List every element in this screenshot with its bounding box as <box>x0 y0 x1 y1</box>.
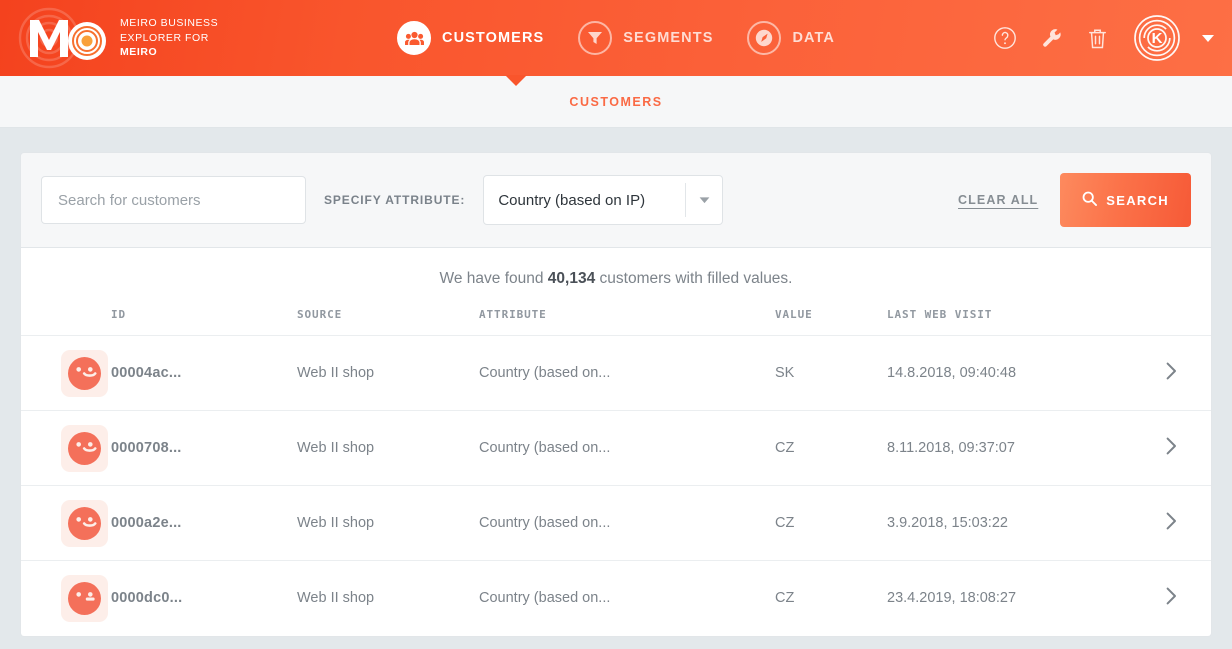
row-avatar-cell <box>21 410 111 486</box>
brand-title: MEIRO BUSINESS EXPLORER FOR MEIRO <box>120 16 218 60</box>
nav-item-segments[interactable]: SEGMENTS <box>578 21 713 55</box>
avatar-letter: K <box>1151 29 1163 47</box>
results-panel: We have found 40,134 customers with fill… <box>20 248 1212 637</box>
search-panel: SPECIFY ATTRIBUTE: Country (based on IP)… <box>20 152 1212 248</box>
primary-navigation: CUSTOMERS SEGMENTS DATA <box>397 0 835 76</box>
brand-line-3: MEIRO <box>120 46 158 59</box>
brand-line-1: MEIRO BUSINESS <box>120 17 219 30</box>
people-icon <box>397 21 432 55</box>
row-source: Web II shop <box>297 335 479 411</box>
magnifier-icon <box>1082 191 1098 209</box>
results-summary-suffix: customers with filled values. <box>595 270 793 287</box>
table-row[interactable]: 0000708... Web II shop Country (based on..… <box>21 410 1211 486</box>
column-header-last-web-visit: LAST WEB VISIT <box>887 308 993 321</box>
table-header-row: ID SOURCE ATTRIBUTE VALUE LAST WEB VISIT <box>21 308 1211 336</box>
search-button[interactable]: SEARCH <box>1060 173 1191 227</box>
row-open-cell[interactable] <box>1151 335 1211 411</box>
funnel-icon <box>578 21 613 55</box>
row-id: 00004ac... <box>111 335 297 411</box>
row-value: CZ <box>775 485 887 561</box>
row-source: Web II shop <box>297 410 479 486</box>
meiro-logo-icon[interactable] <box>14 7 106 69</box>
table-row[interactable]: 0000dc0... Web II shop Country (based on..… <box>21 560 1211 636</box>
column-header-action <box>1151 308 1211 336</box>
column-header-avatar <box>21 308 111 336</box>
chevron-right-icon[interactable] <box>1166 587 1177 609</box>
header-tools: K <box>992 15 1214 61</box>
active-tab-pointer-icon <box>505 75 527 86</box>
column-header-source: SOURCE <box>297 308 343 321</box>
face-smile-icon <box>61 424 108 472</box>
sub-navigation: CUSTOMERS <box>0 75 1232 128</box>
row-attribute: Country (based on... <box>479 485 775 561</box>
row-id: 0000dc0... <box>111 560 297 636</box>
row-avatar-cell <box>21 335 111 411</box>
face-neutral-icon <box>61 574 108 622</box>
row-source: Web II shop <box>297 560 479 636</box>
row-value: CZ <box>775 560 887 636</box>
nav-item-data[interactable]: DATA <box>747 21 835 55</box>
specify-attribute-label: SPECIFY ATTRIBUTE: <box>324 193 466 207</box>
results-table-body: 00004ac... Web II shop Country (based on..… <box>21 335 1211 636</box>
chevron-down-icon[interactable] <box>1202 34 1214 42</box>
chevron-down-icon[interactable] <box>686 196 722 204</box>
face-smile-icon <box>61 349 108 397</box>
wrench-icon[interactable] <box>1038 25 1064 51</box>
attribute-select[interactable]: Country (based on IP) <box>483 175 724 225</box>
nav-label-data: DATA <box>792 30 835 46</box>
app-header: MEIRO BUSINESS EXPLORER FOR MEIRO CUSTOM… <box>0 0 1232 76</box>
row-last-web-visit: 14.8.2018, 09:40:48 <box>887 335 1151 411</box>
nav-label-customers: CUSTOMERS <box>442 30 545 46</box>
row-avatar-cell <box>21 560 111 636</box>
row-open-cell[interactable] <box>1151 560 1211 636</box>
column-header-value: VALUE <box>775 308 813 321</box>
search-button-label: SEARCH <box>1106 192 1169 208</box>
row-attribute: Country (based on... <box>479 335 775 411</box>
table-row[interactable]: 00004ac... Web II shop Country (based on..… <box>21 335 1211 411</box>
results-summary-prefix: We have found <box>439 270 548 287</box>
row-last-web-visit: 8.11.2018, 09:37:07 <box>887 410 1151 486</box>
row-id: 0000708... <box>111 410 297 486</box>
row-value: SK <box>775 335 887 411</box>
row-last-web-visit: 3.9.2018, 15:03:22 <box>887 485 1151 561</box>
chevron-right-icon[interactable] <box>1166 437 1177 459</box>
subnav-item-customers[interactable]: CUSTOMERS <box>569 95 662 109</box>
nav-label-segments: SEGMENTS <box>623 30 714 46</box>
nav-item-customers[interactable]: CUSTOMERS <box>397 21 544 55</box>
row-last-web-visit: 23.4.2019, 18:08:27 <box>887 560 1151 636</box>
results-count: 40,134 <box>547 270 596 287</box>
row-value: CZ <box>775 410 887 486</box>
trash-icon[interactable] <box>1084 25 1110 51</box>
table-row[interactable]: 0000a2e... Web II shop Country (based on..… <box>21 485 1211 561</box>
brand-line-2: EXPLORER FOR <box>120 31 209 44</box>
search-actions: CLEAR ALL SEARCH <box>958 173 1191 227</box>
brand-block: MEIRO BUSINESS EXPLORER FOR MEIRO <box>14 7 218 69</box>
row-attribute: Country (based on... <box>479 410 775 486</box>
attribute-select-value: Country (based on IP) <box>498 191 646 209</box>
avatar[interactable]: K <box>1134 15 1180 61</box>
row-attribute: Country (based on... <box>479 560 775 636</box>
column-header-id: ID <box>111 308 127 321</box>
clear-all-button[interactable]: CLEAR ALL <box>958 193 1038 207</box>
gauge-icon <box>747 21 782 55</box>
row-open-cell[interactable] <box>1151 485 1211 561</box>
row-avatar-cell <box>21 485 111 561</box>
chevron-right-icon[interactable] <box>1166 512 1177 534</box>
results-summary: We have found 40,134 customers with fill… <box>21 270 1211 308</box>
results-table: ID SOURCE ATTRIBUTE VALUE LAST WEB VISIT… <box>21 308 1211 636</box>
page-body: SPECIFY ATTRIBUTE: Country (based on IP)… <box>0 128 1232 637</box>
row-source: Web II shop <box>297 485 479 561</box>
row-open-cell[interactable] <box>1151 410 1211 486</box>
help-icon[interactable] <box>992 25 1018 51</box>
search-input[interactable] <box>41 176 306 224</box>
face-smile-icon <box>61 499 108 547</box>
chevron-right-icon[interactable] <box>1166 362 1177 384</box>
row-id: 0000a2e... <box>111 485 297 561</box>
column-header-attribute: ATTRIBUTE <box>479 308 547 321</box>
